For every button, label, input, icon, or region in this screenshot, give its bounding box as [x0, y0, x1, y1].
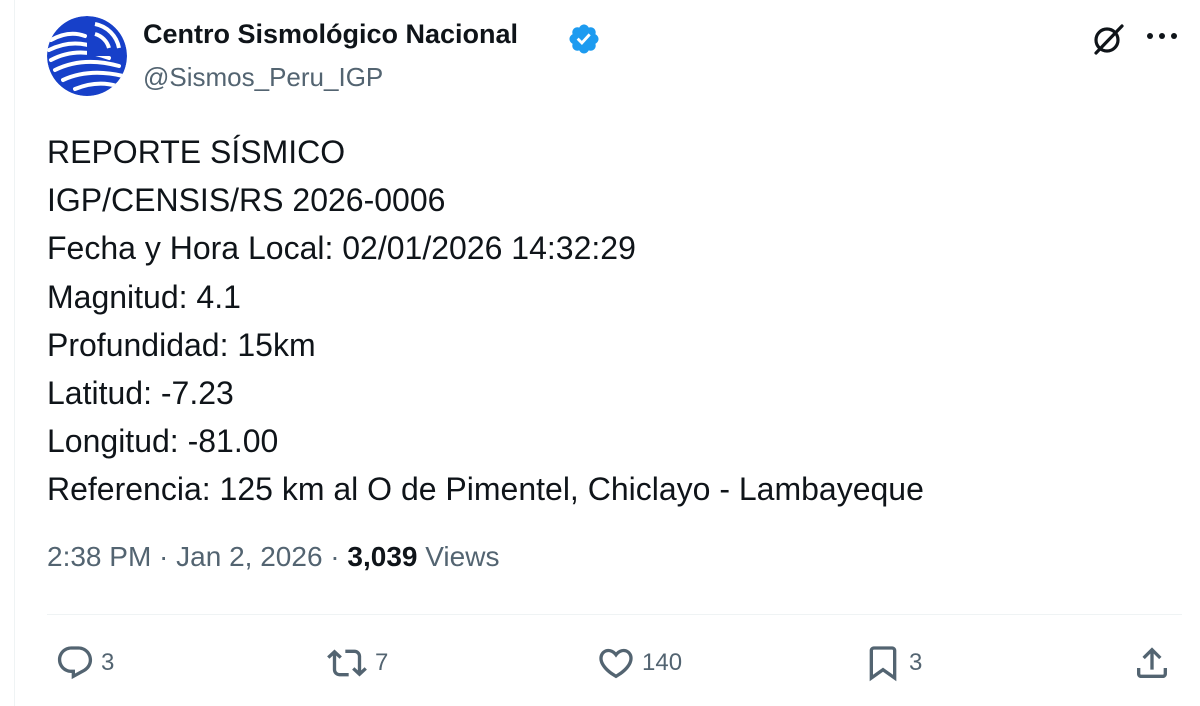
tweet-line-longitude: Longitud: -81.00 [47, 423, 279, 460]
bookmark-icon [869, 646, 897, 682]
views-count: 3,039 [347, 541, 418, 572]
tweet-line-magnitude: Magnitud: 4.1 [47, 278, 241, 315]
tweet-line-latitude: Latitud: -7.23 [47, 375, 234, 412]
tweet-line-datetime: Fecha y Hora Local: 02/01/2026 14:32:29 [47, 230, 636, 267]
verified-badge-icon [569, 24, 599, 54]
tweet-meta: 2:38 PM · Jan 2, 2026 · 3,039 Views [47, 541, 499, 573]
tweet-line-report-id: IGP/CENSIS/RS 2026-0006 [47, 182, 446, 219]
more-options-icon[interactable] [1145, 30, 1179, 42]
bookmark-button[interactable]: 3 [863, 641, 922, 685]
share-icon [1137, 647, 1167, 678]
heart-icon [599, 648, 633, 679]
meta-separator: · [151, 541, 177, 572]
grok-icon[interactable] [1092, 22, 1126, 56]
left-border [14, 0, 15, 706]
bookmark-count: 3 [909, 649, 923, 676]
tweet-text: REPORTE SÍSMICO IGP/CENSIS/RS 2026-0006 … [47, 128, 924, 514]
like-count: 140 [642, 649, 683, 676]
retweet-icon [327, 649, 367, 677]
retweet-count: 7 [375, 649, 389, 676]
reply-button[interactable]: 3 [55, 641, 114, 685]
tweet-line-reference: Referencia: 125 km al O de Pimentel, Chi… [47, 471, 924, 508]
igp-logo-icon [47, 16, 127, 96]
tweet-date[interactable]: Jan 2, 2026 [176, 541, 322, 572]
meta-separator: · [322, 541, 348, 572]
retweet-button[interactable]: 7 [325, 641, 388, 685]
avatar[interactable] [47, 16, 127, 96]
tweet-line-title: REPORTE SÍSMICO [47, 134, 346, 170]
share-button[interactable] [1132, 641, 1172, 685]
divider [47, 614, 1182, 615]
account-handle[interactable]: @Sismos_Peru_IGP [143, 62, 383, 93]
like-button[interactable]: 140 [596, 641, 682, 685]
display-name[interactable]: Centro Sismológico Nacional [143, 19, 518, 50]
tweet-line-depth: Profundidad: 15km [47, 326, 316, 363]
views-label: Views [425, 541, 500, 572]
reply-count: 3 [101, 649, 115, 676]
reply-icon [57, 646, 93, 680]
tweet-time[interactable]: 2:38 PM [47, 541, 151, 572]
